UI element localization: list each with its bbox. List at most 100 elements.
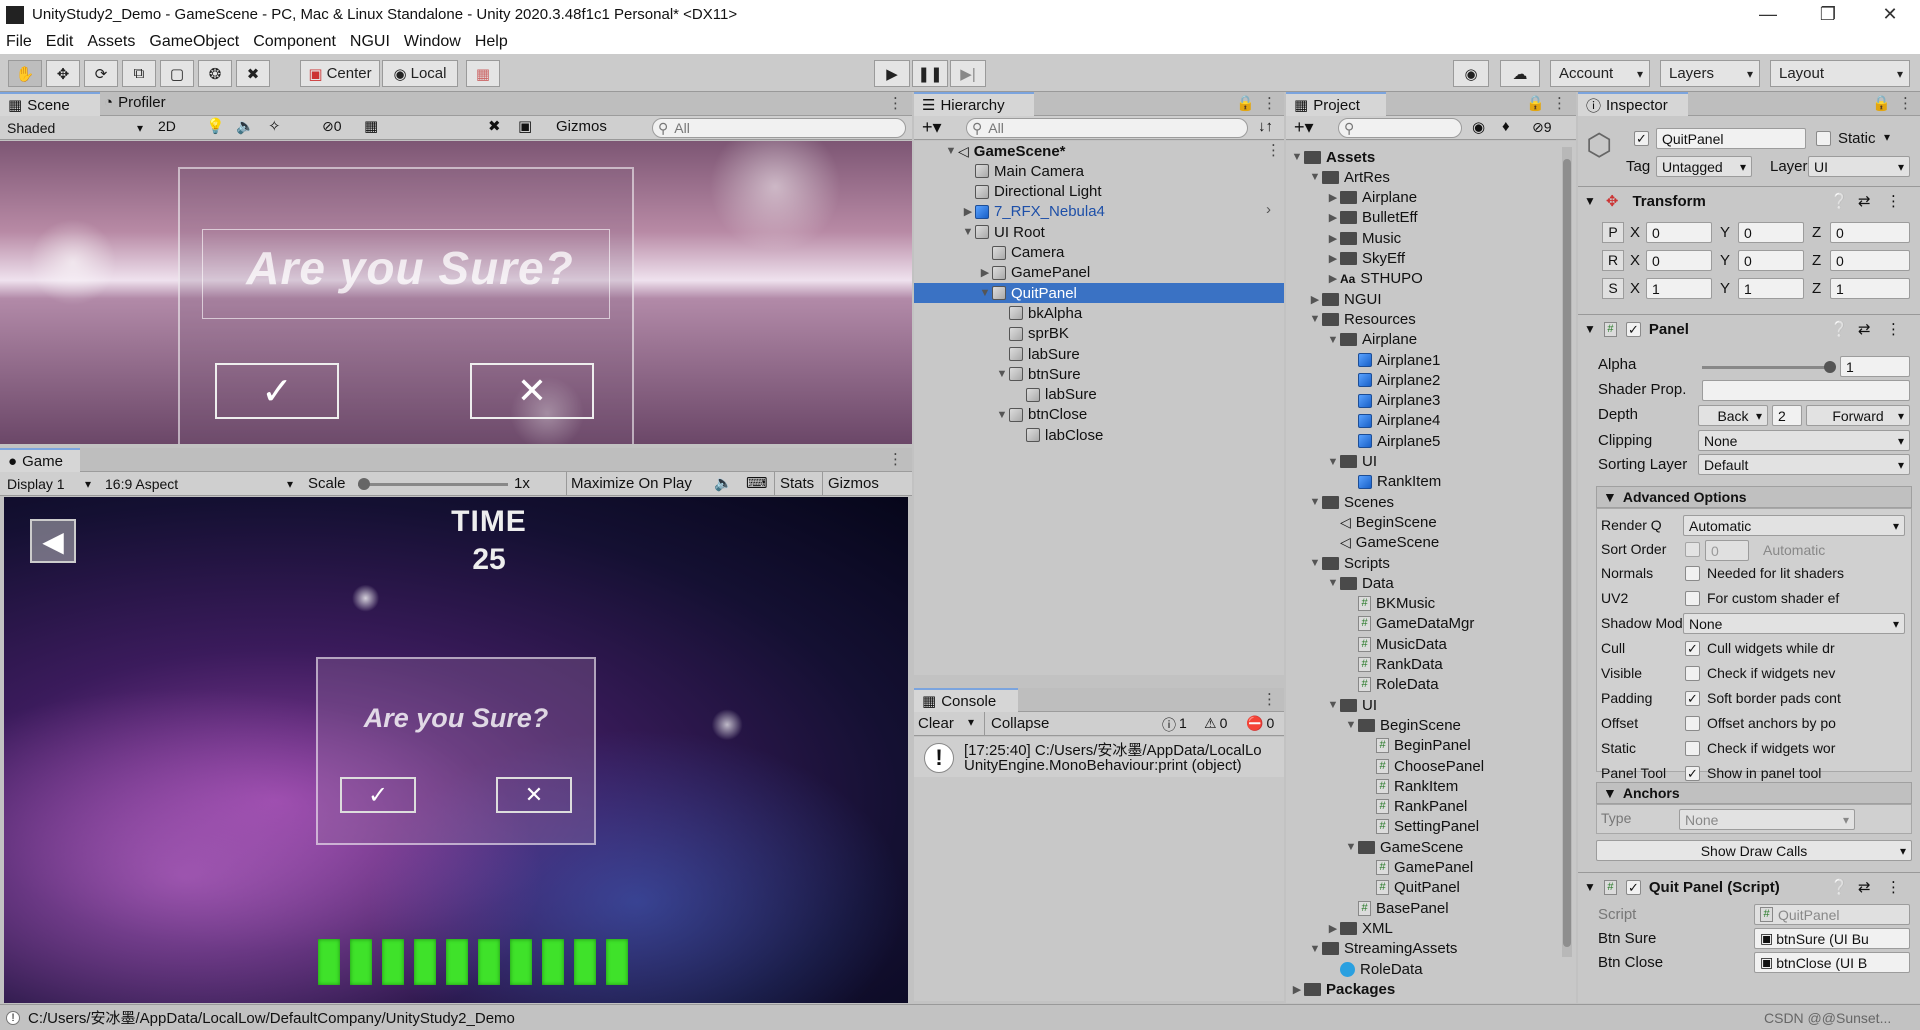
- collapsed-arrow-icon[interactable]: ▶: [1326, 232, 1340, 245]
- project-item[interactable]: RankItem: [1286, 472, 1576, 492]
- depth-back-button[interactable]: Back: [1698, 405, 1768, 426]
- project-item[interactable]: # RankData: [1286, 655, 1576, 675]
- expanded-arrow-icon[interactable]: ▼: [1326, 334, 1340, 346]
- menu-assets[interactable]: Assets: [87, 33, 135, 51]
- static-checkbox[interactable]: [1816, 131, 1831, 146]
- layer-dropdown[interactable]: UI: [1808, 156, 1910, 177]
- menu-ngui[interactable]: NGUI: [350, 33, 390, 51]
- gizmos-dropdown[interactable]: Gizmos: [556, 118, 607, 135]
- console-collapse-toggle[interactable]: Collapse: [984, 712, 1055, 736]
- expanded-arrow-icon[interactable]: ▼: [995, 409, 1009, 421]
- sort-order-checkbox[interactable]: [1685, 542, 1700, 557]
- project-item[interactable]: # RoleData: [1286, 675, 1576, 695]
- expand-prefab-arrow-icon[interactable]: ›: [1266, 201, 1271, 218]
- warning-count-toggle[interactable]: ⚠ 0: [1204, 715, 1227, 732]
- transform-y-input[interactable]: 1: [1738, 278, 1804, 299]
- hierarchy-item[interactable]: bkAlpha: [914, 303, 1284, 323]
- project-item[interactable]: ▶ NGUI: [1286, 289, 1576, 309]
- camera-icon[interactable]: ▣: [518, 117, 532, 135]
- show-draw-calls-button[interactable]: Show Draw Calls: [1596, 840, 1912, 861]
- anchor-type-dropdown[interactable]: None: [1679, 809, 1855, 830]
- shader-prop-input[interactable]: [1702, 380, 1910, 401]
- advanced-option-checkbox[interactable]: [1685, 741, 1700, 756]
- tab-game[interactable]: ● Game: [0, 448, 80, 472]
- project-item[interactable]: ▶ BulletEff: [1286, 208, 1576, 228]
- tab-profiler[interactable]: ◔ Profiler: [104, 94, 166, 111]
- lock-icon[interactable]: 🔒: [1236, 94, 1255, 112]
- maximize-on-play-toggle[interactable]: Maximize On Play: [566, 472, 696, 496]
- collapsed-arrow-icon[interactable]: ▶: [1326, 191, 1340, 204]
- clear-options-icon[interactable]: ▾: [968, 715, 974, 729]
- rotate-tool-icon[interactable]: ⟳: [84, 60, 118, 87]
- scene-menu-icon[interactable]: ⋮: [888, 94, 903, 112]
- transform-x-input[interactable]: 0: [1646, 222, 1712, 243]
- project-item[interactable]: ▼ Scenes: [1286, 492, 1576, 512]
- project-item[interactable]: ▶ Aa STHUPO: [1286, 269, 1576, 289]
- close-icon[interactable]: ✕: [1860, 0, 1920, 29]
- transform-z-input[interactable]: 0: [1830, 250, 1910, 271]
- project-item[interactable]: ◁ BeginScene: [1286, 512, 1576, 532]
- depth-input[interactable]: 2: [1772, 405, 1802, 426]
- error-count-toggle[interactable]: ⛔ 0: [1246, 715, 1274, 732]
- transform-y-input[interactable]: 0: [1738, 222, 1804, 243]
- menu-help[interactable]: Help: [475, 33, 508, 51]
- console-menu-icon[interactable]: ⋮: [1262, 690, 1277, 708]
- btn-sure-field[interactable]: ▣ btnSure (UI Bu: [1754, 928, 1910, 949]
- minimize-icon[interactable]: —: [1738, 0, 1798, 29]
- log-count-toggle[interactable]: ⓘ 1: [1162, 715, 1187, 735]
- menu-edit[interactable]: Edit: [46, 33, 74, 51]
- sort-order-input[interactable]: 0: [1705, 540, 1749, 561]
- expanded-arrow-icon[interactable]: ▼: [1326, 456, 1340, 468]
- project-item[interactable]: ▼ GameScene: [1286, 837, 1576, 857]
- expanded-arrow-icon[interactable]: ▼: [1308, 943, 1322, 955]
- project-item[interactable]: # QuitPanel: [1286, 878, 1576, 898]
- project-item[interactable]: ▼ BeginScene: [1286, 715, 1576, 735]
- inspector-menu-icon[interactable]: ⋮: [1898, 94, 1913, 112]
- tab-console[interactable]: ▦ Console: [914, 688, 1018, 712]
- quit-panel-script-header[interactable]: ▼ # ✓ Quit Panel (Script) ❔ ⇄ ⋮: [1578, 874, 1920, 900]
- hidden-objects-toggle[interactable]: ⊘ 0: [322, 118, 342, 135]
- lighting-icon[interactable]: 💡: [206, 117, 225, 135]
- collapsed-arrow-icon[interactable]: ▶: [961, 205, 975, 218]
- layers-dropdown[interactable]: Layers ▾: [1660, 60, 1760, 87]
- expanded-arrow-icon[interactable]: ▼: [1308, 496, 1322, 508]
- advanced-option-checkbox[interactable]: ✓: [1685, 766, 1700, 781]
- presets-icon[interactable]: ⇄: [1858, 878, 1871, 896]
- project-item[interactable]: ▼ ArtRes: [1286, 167, 1576, 187]
- collapsed-arrow-icon[interactable]: ▶: [1308, 293, 1322, 306]
- hidden-packages-toggle[interactable]: ⊘ 9: [1532, 119, 1552, 136]
- component-menu-icon[interactable]: ⋮: [1886, 192, 1901, 210]
- hierarchy-item[interactable]: ▼ QuitPanel: [914, 283, 1284, 304]
- hierarchy-item[interactable]: ▼ btnClose: [914, 405, 1284, 425]
- scale-slider[interactable]: [358, 478, 508, 490]
- tag-dropdown[interactable]: Untagged: [1656, 156, 1752, 177]
- scene-viewport[interactable]: Are you Sure? ✓ ✕: [0, 141, 912, 444]
- advanced-option-checkbox[interactable]: [1685, 666, 1700, 681]
- sort-icon[interactable]: ↓↑: [1258, 118, 1273, 135]
- scene-search-input[interactable]: ⚲ All: [652, 118, 906, 138]
- project-item[interactable]: Airplane5: [1286, 431, 1576, 451]
- help-icon[interactable]: ❔: [1830, 878, 1849, 896]
- anchors-header[interactable]: ▼ Anchors: [1596, 782, 1912, 804]
- expanded-arrow-icon[interactable]: ▼: [978, 287, 992, 299]
- transform-header[interactable]: ▼ ✥ Transform ❔ ⇄ ⋮: [1578, 188, 1920, 214]
- advanced-option-checkbox[interactable]: [1685, 591, 1700, 606]
- hierarchy-item[interactable]: labSure: [914, 344, 1284, 364]
- collapsed-arrow-icon[interactable]: ▶: [1326, 922, 1340, 935]
- hierarchy-item[interactable]: Camera: [914, 243, 1284, 263]
- mode-2d-toggle[interactable]: 2D: [158, 118, 176, 134]
- project-item[interactable]: # SettingPanel: [1286, 817, 1576, 837]
- expanded-arrow-icon[interactable]: ▼: [1308, 557, 1322, 569]
- project-scrollbar-thumb[interactable]: [1563, 159, 1571, 947]
- help-icon[interactable]: ❔: [1830, 192, 1849, 210]
- filter-label-icon[interactable]: ♦: [1502, 118, 1510, 135]
- hierarchy-item[interactable]: labClose: [914, 425, 1284, 445]
- hand-tool-icon[interactable]: ✋: [8, 60, 42, 87]
- shadow-mode-dropdown[interactable]: None: [1683, 613, 1905, 634]
- collab-icon[interactable]: ◉: [1453, 60, 1489, 87]
- transform-z-input[interactable]: 1: [1830, 278, 1910, 299]
- pivot-center-button[interactable]: ▣ Center: [300, 60, 380, 87]
- pause-button[interactable]: ❚❚: [912, 60, 948, 87]
- project-scrollbar[interactable]: [1562, 147, 1572, 957]
- project-menu-icon[interactable]: ⋮: [1552, 94, 1567, 112]
